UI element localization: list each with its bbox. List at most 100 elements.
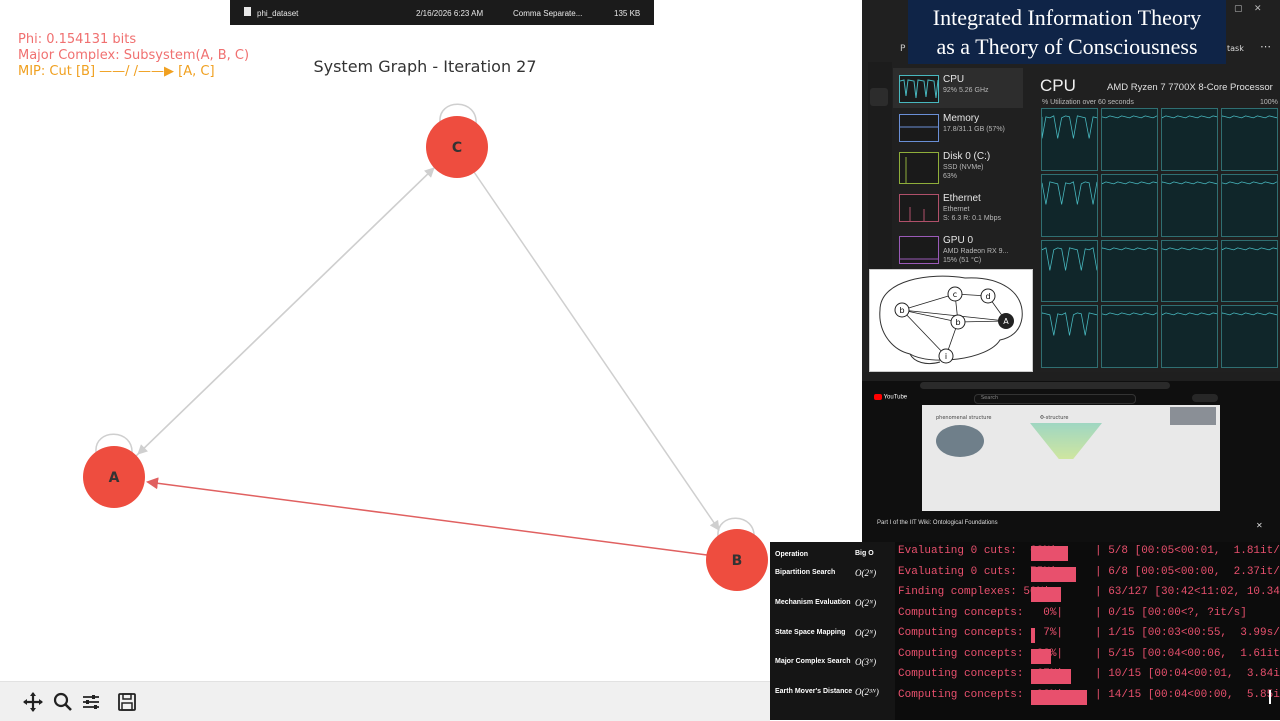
cpu-core-graph (1101, 305, 1158, 368)
cpu-core-graph (1221, 239, 1278, 303)
youtube-logo-text: YouTube (883, 394, 908, 401)
edge-b-a (146, 477, 708, 556)
tm-window-controls[interactable]: ▢ ✕ (1234, 4, 1262, 14)
terminal-progress-line: Evaluating 0 cuts: 75%| | 6/8 [00:05<00:0… (895, 566, 1280, 584)
progress-stats: | 63/127 [30:42<11:02, 10.34s/it] (1095, 586, 1280, 598)
row-operation: Mechanism Evaluation (775, 599, 851, 606)
node-a-label: A (109, 470, 120, 486)
header-bigo: Big O (855, 550, 874, 557)
row-bigo: O(2ᴺ) (855, 598, 877, 608)
tm-item-ethernet[interactable]: Ethernet Ethernet S: 6.3 R: 0.1 Mbps (893, 190, 1023, 224)
brain-node-label: d (985, 292, 990, 301)
browser-addressbar[interactable] (920, 382, 1170, 389)
edge-c-b (473, 171, 720, 531)
node-b: B (706, 529, 768, 591)
disk-thumb-graph (899, 152, 939, 184)
tm-item-gpu[interactable]: GPU 0 AMD Radeon RX 9... 15% (51 °C) (893, 232, 1023, 266)
tm-item-sub: 15% (51 °C) (943, 257, 982, 264)
complexity-table: Operation Big O Bipartition Search O(2ᴺ)… (770, 542, 895, 720)
progress-stats: | 5/8 [00:05<00:01, 1.81it/s] (1095, 545, 1280, 557)
progress-bar-fill (1031, 628, 1035, 643)
file-type: Comma Separate... (513, 9, 583, 18)
gpu-thumb-graph (899, 236, 939, 264)
brain-node-label: b (955, 318, 960, 327)
node-a: A (83, 446, 145, 508)
row-operation: Bipartition Search (775, 569, 836, 576)
terminal-progress-line: Finding complexes: 50%| | 63/127 [30:42<1… (895, 586, 1280, 604)
row-bigo: O(2ᴺ) (855, 568, 877, 578)
file-explorer-row[interactable]: phi_dataset 2/16/2026 6:23 AM Comma Sepa… (230, 0, 654, 25)
video-photo (936, 425, 984, 457)
cpu-util-label: % Utilization over 60 seconds (1042, 99, 1134, 106)
terminal-progress-line: Evaluating 0 cuts: 62%| | 5/8 [00:05<00:0… (895, 545, 1280, 563)
terminal-progress-line: Computing concepts: 33%| | 5/15 [00:04<00… (895, 648, 1280, 666)
brain-diagram-image: b c d b A i (869, 269, 1033, 372)
youtube-create-button[interactable] (1192, 394, 1218, 402)
tm-item-sub: S: 6.3 R: 0.1 Mbps (943, 215, 1001, 222)
progress-bar-fill (1031, 587, 1061, 602)
edge-a-c (135, 167, 435, 457)
terminal-progress-line: Computing concepts: 0%| | 0/15 [00:00<?, … (895, 607, 1280, 625)
video-phi-structure-shape (1030, 423, 1102, 459)
save-icon[interactable] (116, 691, 138, 713)
close-icon[interactable]: ✕ (1256, 521, 1263, 530)
matplotlib-toolbar (0, 681, 770, 721)
browser-tabbar (862, 372, 1280, 381)
tm-item-name: Ethernet (943, 193, 981, 204)
tm-item-cpu[interactable]: CPU 92% 5.26 GHz (893, 71, 1023, 105)
terminal-window[interactable]: Evaluating 0 cuts: 62%| | 5/8 [00:05<00:0… (895, 542, 1280, 720)
row-bigo: O(2ᴺ) (855, 628, 877, 638)
progress-bar-fill (1031, 689, 1087, 705)
terminal-progress-line: Computing concepts: 93%| | 14/15 [00:04<0… (895, 689, 1280, 707)
tm-item-sub: Ethernet (943, 206, 970, 213)
progress-stats: | 6/8 [00:05<00:00, 2.37it/s] (1095, 565, 1280, 578)
cpu-model: AMD Ryzen 7 7700X 8-Core Processor (1107, 82, 1273, 93)
node-c-label: C (452, 140, 462, 156)
cpu-core-graph (1101, 239, 1158, 303)
node-b-label: B (732, 553, 743, 569)
progress-bar-fill (1031, 546, 1068, 561)
tm-item-name: Memory (943, 113, 980, 124)
youtube-search-placeholder: Search (981, 395, 999, 401)
progress-label: Computing concepts: 7%| (898, 627, 1064, 639)
subplots-icon[interactable] (80, 691, 102, 713)
youtube-play-icon (874, 394, 882, 400)
tm-nav-icon[interactable] (870, 88, 888, 106)
cpu-core-graph (1161, 173, 1218, 237)
tm-item-disk[interactable]: Disk 0 (C:) SSD (NVMe) 63% (893, 148, 1023, 184)
terminal-cursor (1269, 690, 1271, 704)
memory-thumb-graph (899, 114, 939, 142)
video-presenter-thumb (1170, 407, 1216, 425)
tm-item-sub: 63% (943, 173, 958, 180)
cpu-core-graphs (1041, 108, 1278, 368)
cpu-core-graph (1221, 108, 1278, 171)
cpu-core-graph (1161, 108, 1218, 171)
tm-item-name: GPU 0 (943, 235, 974, 246)
cpu-util-max: 100% (1260, 99, 1278, 106)
row-operation: Earth Mover's Distance (775, 688, 853, 695)
cpu-core-graph (1161, 239, 1218, 303)
tm-item-sub: 17.8/31.1 GB (57%) (943, 126, 1005, 133)
cpu-core-graph (1041, 305, 1098, 368)
pan-icon[interactable] (22, 691, 44, 713)
youtube-video-player[interactable]: phenomenal structure Φ-structure (922, 405, 1220, 511)
terminal-progress-line: Computing concepts: 7%| | 1/15 [00:03<00:… (895, 627, 1280, 645)
progress-stats: | 10/15 [00:04<00:01, 3.84it/s] (1095, 668, 1280, 680)
progress-stats: | 1/15 [00:03<00:55, 3.99s/it] (1095, 627, 1280, 639)
tm-header-task[interactable]: task (1227, 44, 1244, 53)
cpu-core-graph (1041, 239, 1098, 303)
progress-stats: | 14/15 [00:04<00:00, 5.85it/s] (1095, 688, 1280, 701)
cpu-core-graph (1041, 108, 1098, 171)
iit-title-line1: Integrated Information Theory (932, 5, 1202, 30)
tm-more-icon[interactable]: ⋯ (1260, 40, 1271, 53)
header-operation: Operation (775, 551, 809, 558)
progress-stats: | 0/15 [00:00<?, ?it/s] (1095, 606, 1247, 619)
brain-node-label: c (953, 290, 957, 299)
tm-item-memory[interactable]: Memory 17.8/31.1 GB (57%) (893, 110, 1023, 144)
youtube-search-input[interactable]: Search (974, 394, 1136, 404)
row-operation: Major Complex Search (775, 658, 851, 665)
youtube-logo[interactable]: YouTube (874, 394, 907, 401)
brain-node-label: A (1003, 317, 1009, 326)
cpu-core-graph (1101, 108, 1158, 171)
zoom-icon[interactable] (52, 691, 74, 713)
